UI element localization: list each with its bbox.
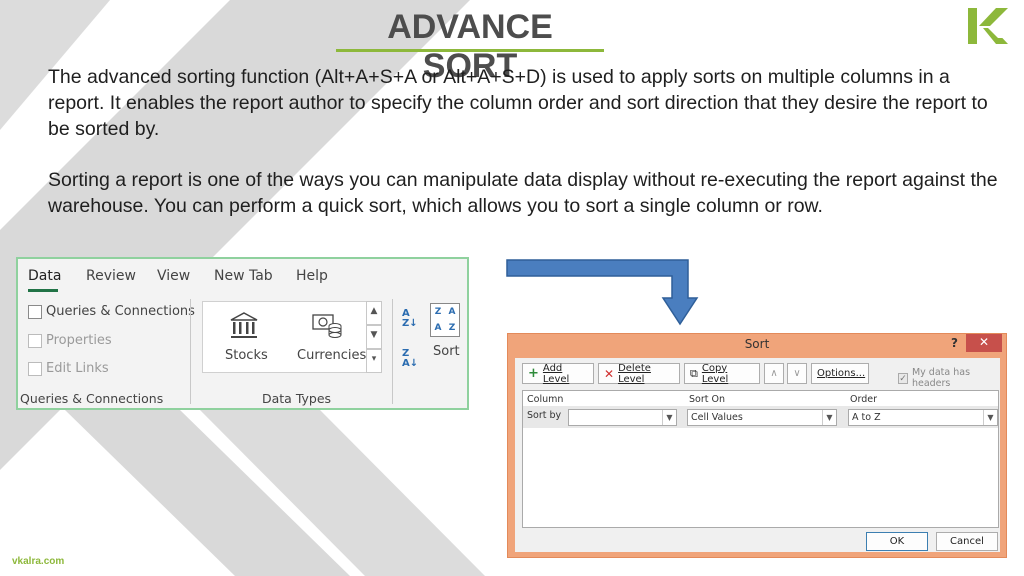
paragraph-advanced-sorting: The advanced sorting function (Alt+A+S+A… bbox=[48, 66, 988, 140]
chevron-down-icon: ▼ bbox=[822, 410, 836, 425]
tab-help[interactable]: Help bbox=[296, 268, 328, 284]
move-up-button[interactable]: ∧ bbox=[764, 363, 784, 384]
edit-links-button[interactable]: Edit Links bbox=[28, 361, 109, 376]
sort-levels-grid: Column Sort On Order Sort by ▼ Cell Valu… bbox=[522, 390, 999, 528]
sort-z-to-a-button[interactable]: Z A↓ bbox=[402, 349, 418, 369]
stocks-button[interactable]: Stocks bbox=[225, 348, 268, 363]
copy-icon: ⧉ bbox=[690, 366, 698, 380]
excel-data-ribbon: Data Review View New Tab Help Queries & … bbox=[16, 257, 469, 410]
sort-a-to-z-icon: A Z↓ bbox=[402, 308, 418, 329]
stocks-icon bbox=[230, 312, 258, 338]
dialog-body: + Add Level ✕ Delete Level ⧉ Copy Level … bbox=[515, 358, 1000, 552]
ok-button[interactable]: OK bbox=[866, 532, 928, 551]
queries-group-label: Queries & Connections bbox=[20, 391, 164, 406]
dialog-titlebar: Sort ? ✕ bbox=[508, 334, 1006, 356]
column-header: Column bbox=[527, 394, 564, 405]
sort-z-to-a-icon: Z A↓ bbox=[402, 348, 419, 369]
gallery-scroll-down[interactable]: ▼ bbox=[366, 325, 382, 349]
title-underline bbox=[336, 49, 604, 52]
checkbox-check-icon: ✓ bbox=[898, 372, 908, 384]
order-select[interactable]: A to Z ▼ bbox=[848, 409, 998, 426]
gallery-more[interactable]: ▾ bbox=[366, 349, 382, 373]
data-types-group-label: Data Types bbox=[262, 391, 332, 406]
sort-dialog: Sort ? ✕ + Add Level ✕ Delete Level ⧉ Co… bbox=[507, 333, 1007, 558]
queries-connections-button[interactable]: Queries & Connections bbox=[28, 304, 195, 319]
order-header: Order bbox=[850, 394, 877, 405]
chevron-down-icon: ▼ bbox=[662, 410, 676, 425]
dialog-title: Sort bbox=[744, 337, 770, 351]
group-divider bbox=[190, 299, 191, 404]
footer-website: vkalra.com bbox=[12, 556, 65, 567]
sort-by-label: Sort by bbox=[527, 410, 562, 421]
currencies-button[interactable]: Currencies bbox=[297, 348, 366, 363]
sort-on-header: Sort On bbox=[689, 394, 725, 405]
tab-data[interactable]: Data bbox=[28, 268, 61, 284]
currencies-icon bbox=[312, 314, 342, 338]
logo-icon bbox=[968, 8, 1008, 44]
delete-icon: ✕ bbox=[604, 366, 615, 381]
tab-new-tab[interactable]: New Tab bbox=[214, 268, 273, 284]
copy-level-button[interactable]: ⧉ Copy Level bbox=[684, 363, 760, 385]
properties-icon bbox=[28, 333, 42, 348]
move-down-button[interactable]: ∨ bbox=[787, 363, 807, 384]
chevron-up-icon: ∧ bbox=[770, 368, 778, 379]
cancel-button[interactable]: Cancel bbox=[936, 532, 998, 551]
chevron-down-icon: ∨ bbox=[793, 368, 801, 379]
column-select[interactable]: ▼ bbox=[568, 409, 677, 426]
delete-level-button[interactable]: ✕ Delete Level bbox=[598, 363, 680, 385]
sort-on-select[interactable]: Cell Values ▼ bbox=[687, 409, 837, 426]
chevron-down-icon: ▼ bbox=[983, 410, 997, 425]
gallery-scroll-up[interactable]: ▲ bbox=[366, 301, 382, 325]
data-types-gallery: Stocks Currencies bbox=[202, 301, 380, 373]
slide-title: ADVANCE SORT bbox=[387, 8, 553, 85]
my-data-has-headers-checkbox[interactable]: ✓ My data has headers bbox=[898, 367, 1000, 389]
tab-view[interactable]: View bbox=[157, 268, 190, 284]
custom-sort-icon[interactable]: ZAAZ bbox=[430, 303, 460, 337]
properties-button[interactable]: Properties bbox=[28, 333, 112, 348]
help-button[interactable]: ? bbox=[951, 336, 958, 350]
active-tab-indicator bbox=[28, 289, 58, 292]
tab-review[interactable]: Review bbox=[86, 268, 136, 284]
sort-a-to-z-button[interactable]: A Z↓ bbox=[402, 309, 418, 329]
close-button[interactable]: ✕ bbox=[966, 334, 1002, 352]
paragraph-quick-sort: Sorting a report is one of the ways you … bbox=[48, 169, 998, 217]
group-divider bbox=[392, 299, 393, 404]
add-level-button[interactable]: + Add Level bbox=[522, 363, 594, 385]
ribbon-tabs: Data Review View New Tab Help bbox=[18, 259, 467, 293]
sort-button[interactable]: Sort bbox=[433, 344, 460, 359]
plus-icon: + bbox=[528, 366, 539, 381]
arrow-icon bbox=[506, 259, 699, 326]
queries-connections-icon bbox=[28, 304, 42, 319]
options-button[interactable]: Options... bbox=[811, 363, 869, 384]
edit-links-icon bbox=[28, 361, 42, 376]
